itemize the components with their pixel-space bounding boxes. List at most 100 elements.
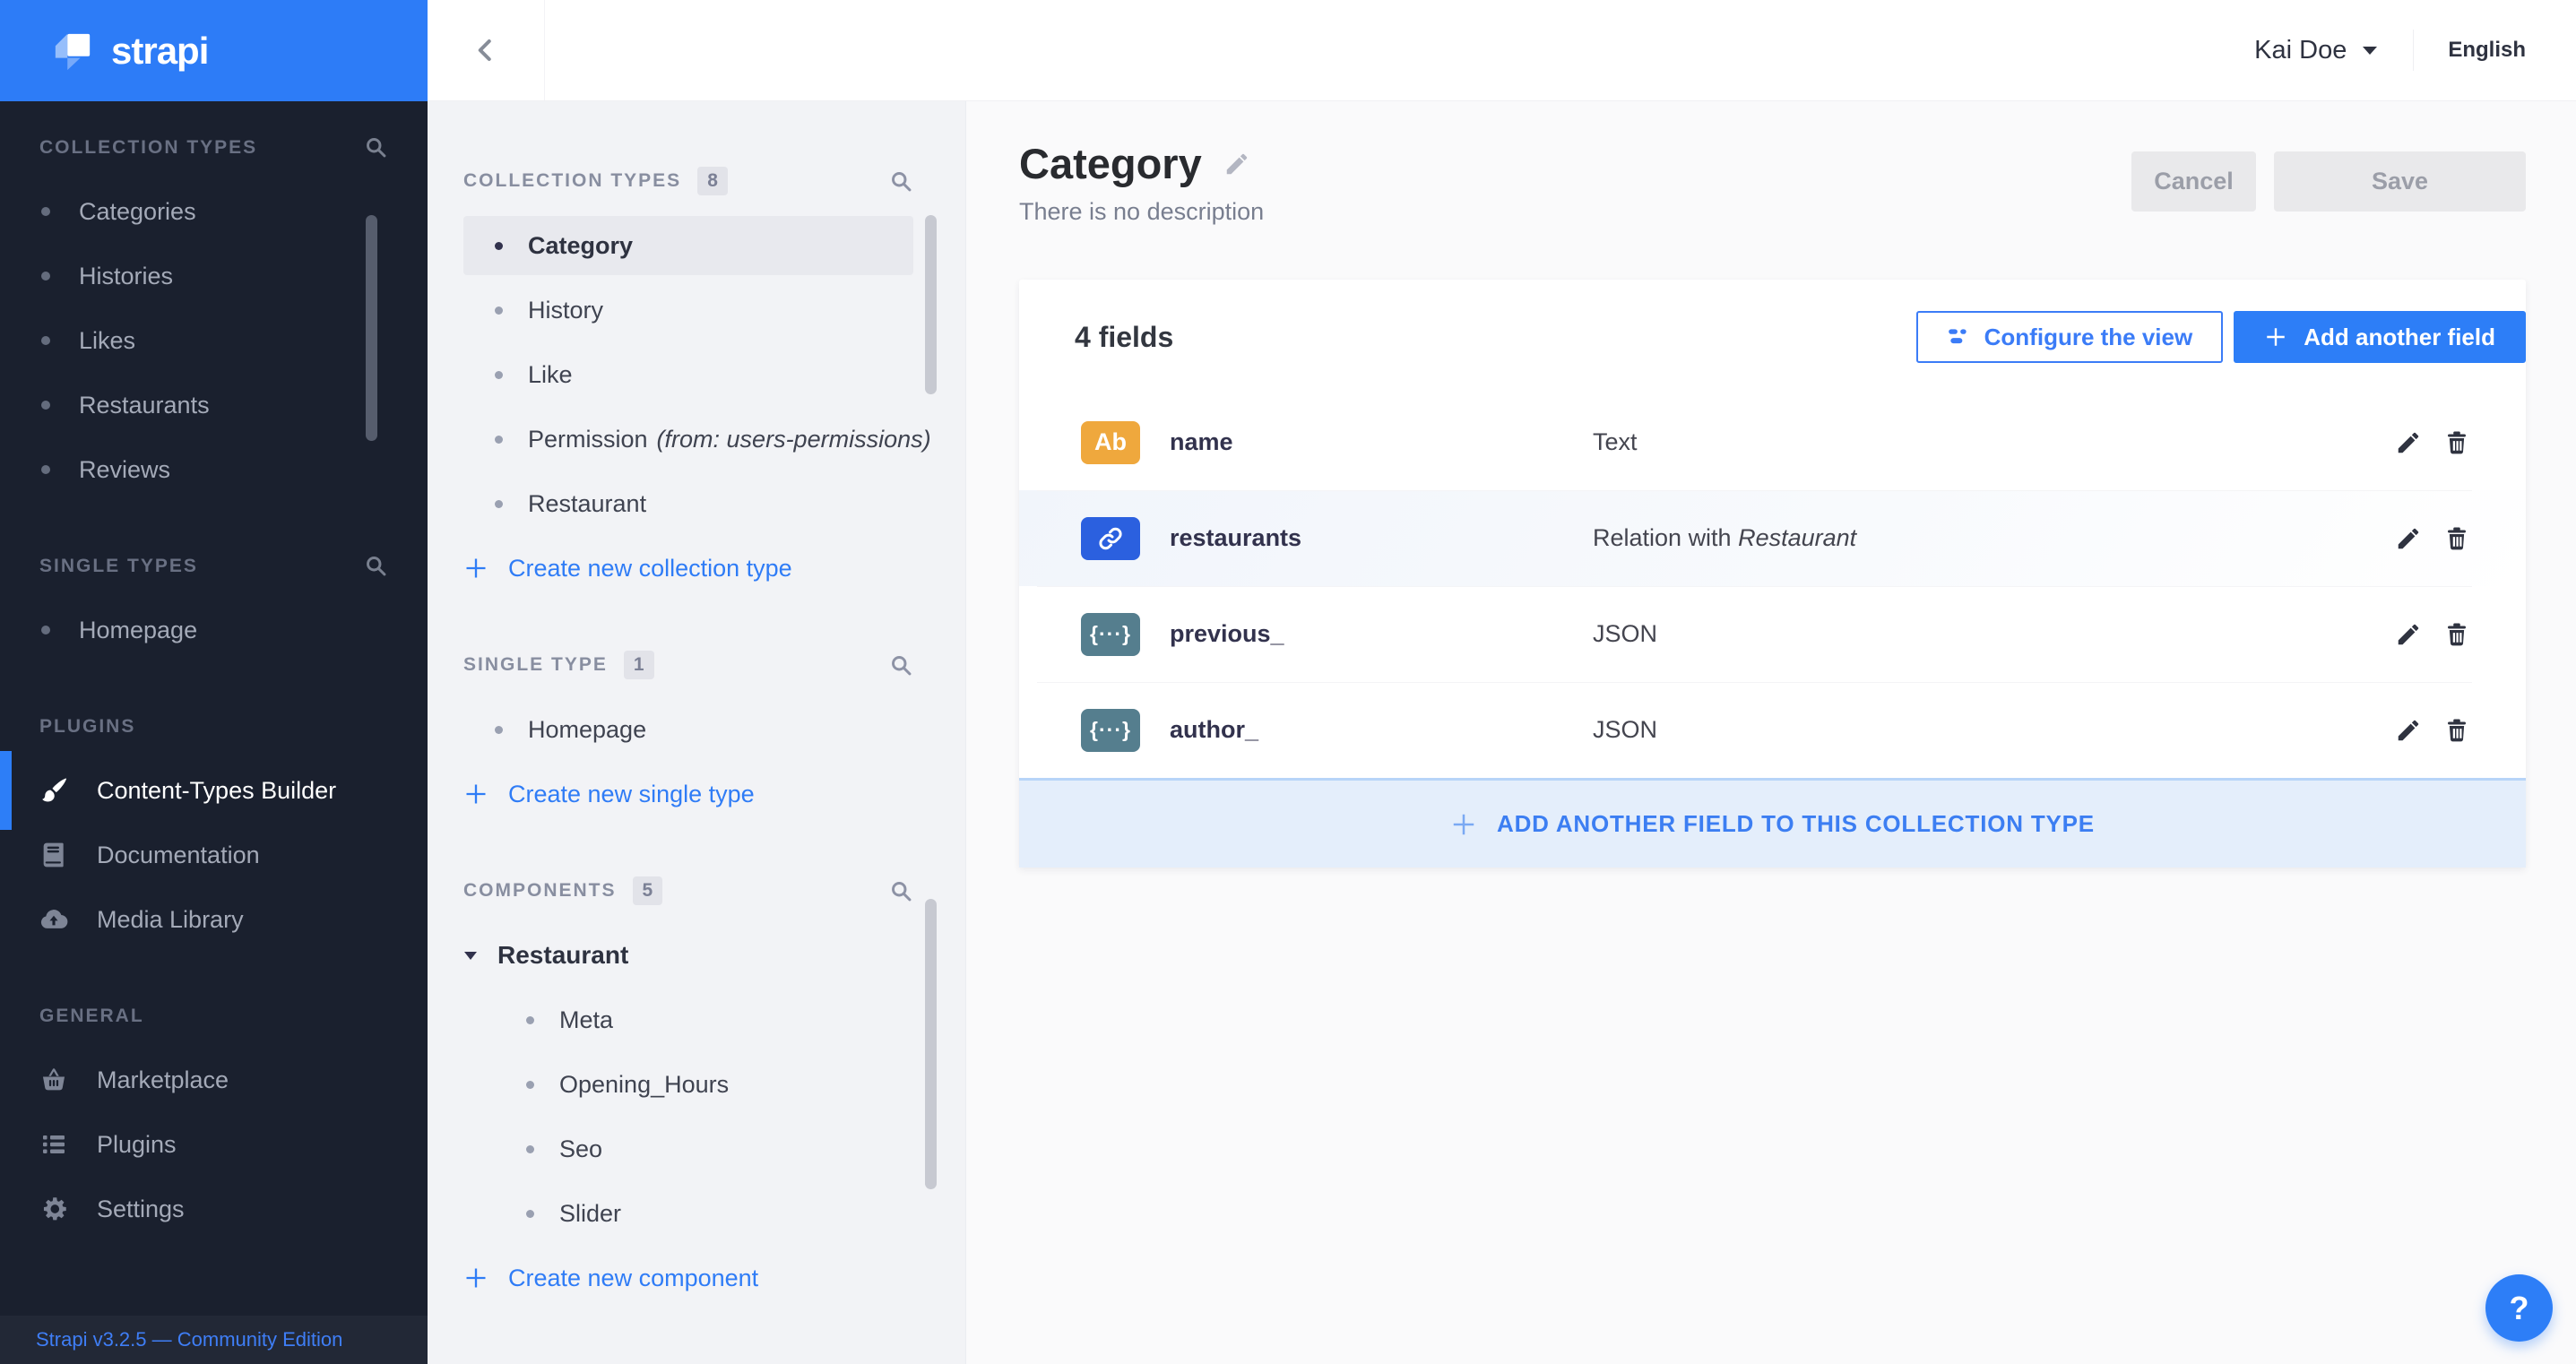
strapi-admin-app: strapi COLLECTION TYPES Categories Histo… xyxy=(0,0,2576,1364)
back-button[interactable] xyxy=(428,0,545,100)
gear-icon xyxy=(36,1194,72,1224)
strapi-logo-icon xyxy=(52,30,93,72)
delete-field-trash-icon[interactable] xyxy=(2443,717,2470,744)
panel-item-opening-hours[interactable]: Opening_Hours xyxy=(428,1052,965,1117)
page-title: Category xyxy=(1019,140,1202,187)
field-type: Text xyxy=(1593,428,1638,455)
search-icon[interactable] xyxy=(364,135,388,160)
text-field-icon: Ab xyxy=(1081,420,1140,464)
panel-item-like[interactable]: Like xyxy=(428,342,965,407)
bullet-icon xyxy=(495,499,503,508)
sliders-icon xyxy=(1947,325,1970,349)
panel-item-restaurant[interactable]: Restaurant xyxy=(428,471,965,536)
cancel-button[interactable]: Cancel xyxy=(2131,151,2256,212)
panel-item-history[interactable]: History xyxy=(428,278,965,342)
json-field-icon: {···} xyxy=(1081,612,1140,656)
field-row-author[interactable]: {···} author_ JSON xyxy=(1019,682,2526,778)
language-selector[interactable]: English xyxy=(2448,38,2526,63)
panel-item-homepage[interactable]: Homepage xyxy=(428,697,965,762)
sidebar-item-plugins[interactable]: Plugins xyxy=(0,1112,428,1177)
add-field-footer-button[interactable]: ADD ANOTHER FIELD TO THIS COLLECTION TYP… xyxy=(1019,778,2526,868)
sidebar-item-reviews[interactable]: Reviews xyxy=(0,437,428,502)
json-field-icon: {···} xyxy=(1081,708,1140,752)
panel-scrollbar[interactable] xyxy=(925,215,937,394)
field-row-name[interactable]: Ab name Text xyxy=(1019,394,2526,490)
edit-field-pencil-icon[interactable] xyxy=(2395,717,2422,744)
field-name: restaurants xyxy=(1170,524,1302,551)
bullet-icon xyxy=(41,272,50,281)
user-menu[interactable]: Kai Doe xyxy=(2254,36,2379,65)
field-type: JSON xyxy=(1593,620,1658,647)
help-button[interactable]: ? xyxy=(2485,1274,2553,1342)
panel-item-slider[interactable]: Slider xyxy=(428,1181,965,1246)
sidebar-item-marketplace[interactable]: Marketplace xyxy=(0,1048,428,1112)
sidebar-item-media-library[interactable]: Media Library xyxy=(0,887,428,952)
panel-section-components: COMPONENTS 5 xyxy=(428,859,965,923)
plus-icon xyxy=(1450,811,1477,838)
bullet-icon xyxy=(41,626,50,635)
edit-title-pencil-icon[interactable] xyxy=(1223,151,1250,177)
bullet-icon xyxy=(526,1209,534,1218)
add-another-field-button[interactable]: Add another field xyxy=(2234,311,2526,363)
component-group-restaurant[interactable]: Restaurant xyxy=(428,923,965,988)
field-row-previous[interactable]: {···} previous_ JSON xyxy=(1019,586,2526,682)
bullet-icon xyxy=(41,465,50,474)
caret-down-icon xyxy=(2361,44,2379,56)
create-collection-type-link[interactable]: Create new collection type xyxy=(428,536,965,600)
basket-icon xyxy=(36,1065,72,1095)
sidebar-item-likes[interactable]: Likes xyxy=(0,308,428,373)
delete-field-trash-icon[interactable] xyxy=(2443,429,2470,456)
page-description: There is no description xyxy=(1019,198,1265,225)
edit-field-pencil-icon[interactable] xyxy=(2395,621,2422,648)
delete-field-trash-icon[interactable] xyxy=(2443,621,2470,648)
sidebar-scrollbar[interactable] xyxy=(366,215,377,441)
sidebar-item-histories[interactable]: Histories xyxy=(0,244,428,308)
search-icon[interactable] xyxy=(889,169,913,194)
bullet-icon xyxy=(41,336,50,345)
bullet-icon xyxy=(526,1015,534,1024)
sidebar-item-content-types-builder[interactable]: Content-Types Builder xyxy=(0,751,428,830)
bullet-icon xyxy=(41,207,50,216)
search-icon[interactable] xyxy=(889,879,913,903)
edit-field-pencil-icon[interactable] xyxy=(2395,429,2422,456)
count-badge: 1 xyxy=(623,651,654,679)
nav-section-plugins: PLUGINS xyxy=(39,715,136,737)
bullet-icon xyxy=(495,306,503,315)
sidebar-item-homepage[interactable]: Homepage xyxy=(0,598,428,662)
configure-view-button[interactable]: Configure the view xyxy=(1915,311,2224,363)
edit-field-pencil-icon[interactable] xyxy=(2395,525,2422,552)
sidebar-item-restaurants[interactable]: Restaurants xyxy=(0,373,428,437)
sidebar-item-settings[interactable]: Settings xyxy=(0,1177,428,1241)
delete-field-trash-icon[interactable] xyxy=(2443,525,2470,552)
panel-section-single-types: SINGLE TYPE 1 xyxy=(428,633,965,697)
plus-icon xyxy=(463,556,488,581)
bullet-icon xyxy=(495,725,503,734)
list-icon xyxy=(36,1130,72,1159)
panel-item-meta[interactable]: Meta xyxy=(428,988,965,1052)
sidebar-item-documentation[interactable]: Documentation xyxy=(0,823,428,887)
panel-item-category[interactable]: Category xyxy=(428,213,965,278)
book-icon xyxy=(36,841,72,869)
bullet-icon xyxy=(495,370,503,379)
sidebar-footer: Strapi v3.2.5 — Community Edition xyxy=(0,1316,428,1364)
panel-item-permission[interactable]: Permission (from: users-permissions) xyxy=(428,407,965,471)
brush-icon xyxy=(36,775,72,806)
create-component-link[interactable]: Create new component xyxy=(428,1246,965,1310)
strapi-version-link[interactable]: Strapi v3.2.5 — Community Edition xyxy=(36,1328,342,1351)
field-row-restaurants[interactable]: restaurants Relation with Restaurant xyxy=(1019,490,2526,586)
count-badge: 5 xyxy=(632,876,663,905)
search-icon[interactable] xyxy=(889,653,913,678)
sidebar-item-categories[interactable]: Categories xyxy=(0,179,428,244)
logo-bar[interactable]: strapi xyxy=(0,0,428,101)
panel-item-seo[interactable]: Seo xyxy=(428,1117,965,1181)
count-badge: 8 xyxy=(697,167,728,195)
logo-text: strapi xyxy=(111,29,209,72)
plus-icon xyxy=(463,781,488,807)
panel-scrollbar[interactable] xyxy=(925,899,937,1189)
user-name: Kai Doe xyxy=(2254,35,2347,65)
search-icon[interactable] xyxy=(364,554,388,578)
field-name: name xyxy=(1170,428,1233,455)
create-single-type-link[interactable]: Create new single type xyxy=(428,762,965,826)
bullet-icon xyxy=(495,241,503,250)
save-button[interactable]: Save xyxy=(2274,151,2526,212)
